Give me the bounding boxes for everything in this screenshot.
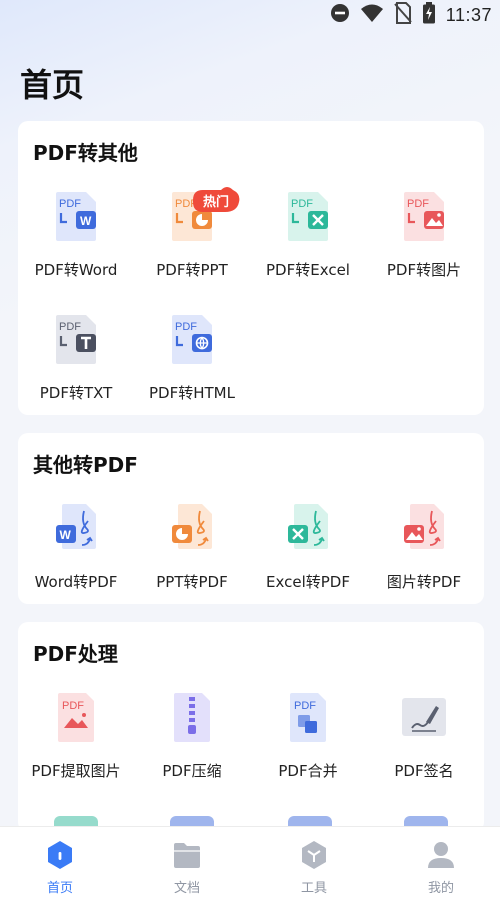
svg-text:PDF: PDF	[62, 700, 84, 712]
profile-icon	[428, 842, 454, 868]
section-title: PDF转其他	[33, 141, 138, 165]
next-row-peek-icon	[54, 816, 98, 826]
tool-word-to-pdf[interactable]: W Word转PDF	[18, 503, 134, 603]
tab-tools[interactable]: 工具	[254, 835, 374, 896]
hot-badge: 热门	[191, 186, 241, 214]
excel-to-pdf-icon	[288, 504, 328, 549]
tool-pdf-to-word[interactable]: PDF W PDF转Word	[18, 191, 134, 291]
tab-documents[interactable]: 文档	[127, 835, 247, 896]
tool-label: PDF转TXT	[39, 384, 113, 402]
svg-text:PDF: PDF	[175, 321, 197, 333]
badge-label: 热门	[202, 195, 229, 210]
tool-label: Excel转PDF	[266, 573, 350, 591]
pdf-to-html-icon: PDF	[172, 315, 212, 364]
tool-pdf-to-html[interactable]: PDF PDF转HTML	[134, 314, 250, 414]
tool-pdf-compress[interactable]: PDF压缩	[134, 692, 250, 792]
tool-label: PDF转HTML	[149, 384, 235, 402]
home-icon	[48, 841, 72, 869]
tab-profile[interactable]: 我的	[381, 835, 500, 896]
tool-excel-to-pdf[interactable]: Excel转PDF	[250, 503, 366, 603]
section-title: PDF处理	[33, 642, 118, 666]
next-row-peek-icon	[404, 816, 448, 826]
tool-label: PDF合并	[278, 762, 338, 780]
tool-label: PDF转Excel	[266, 261, 350, 279]
next-row-peek-icon	[288, 816, 332, 826]
tab-label: 文档	[173, 881, 200, 896]
tool-label: PPT转PDF	[156, 573, 228, 591]
bottom-tab-bar: 首页 文档 工具 我的	[0, 826, 500, 898]
pdf-sign-icon	[402, 698, 446, 736]
pdf-to-excel-icon: PDF	[288, 192, 328, 241]
status-icons: 11:37	[330, 2, 492, 28]
svg-text:PDF: PDF	[294, 700, 316, 712]
tab-label: 我的	[427, 881, 454, 896]
wifi-icon	[360, 3, 384, 27]
tool-label: PDF压缩	[162, 762, 222, 780]
status-time: 11:37	[445, 4, 492, 25]
tool-label: Word转PDF	[34, 573, 118, 591]
ppt-to-pdf-icon	[172, 504, 212, 549]
folder-icon	[174, 843, 200, 868]
tab-home[interactable]: 首页	[0, 835, 120, 896]
tool-pdf-extract-image[interactable]: PDF PDF提取图片	[18, 692, 134, 792]
tool-label: 图片转PDF	[386, 573, 462, 591]
tool-pdf-to-txt[interactable]: PDF PDF转TXT	[18, 314, 134, 414]
status-bar: 11:37	[0, 0, 500, 30]
tab-label: 工具	[300, 881, 327, 896]
toolbox-icon	[302, 841, 326, 869]
tool-label: PDF转图片	[386, 261, 462, 279]
tab-label: 首页	[46, 881, 73, 896]
tool-ppt-to-pdf[interactable]: PPT转PDF	[134, 503, 250, 603]
section-other-to-pdf: 其他转PDF W Word转PDF PPT转PDF Excel转PDF 图片转P…	[18, 433, 484, 604]
tool-pdf-to-image[interactable]: PDF PDF转图片	[366, 191, 482, 291]
pdf-extract-image-icon: PDF	[58, 693, 94, 742]
page-title: 首页	[20, 66, 85, 104]
tool-pdf-to-excel[interactable]: PDF PDF转Excel	[250, 191, 366, 291]
svg-text:PDF: PDF	[291, 198, 313, 210]
section-pdf-to-other: PDF转其他 PDF W PDF转Word PDF PDF转PPT PDF PD…	[18, 121, 484, 415]
tool-label: PDF提取图片	[31, 762, 121, 780]
word-to-pdf-icon: W	[56, 504, 96, 549]
tool-image-to-pdf[interactable]: 图片转PDF	[366, 503, 482, 603]
tool-label: PDF签名	[394, 762, 454, 780]
pdf-merge-icon: PDF	[290, 693, 326, 742]
image-to-pdf-icon	[404, 504, 444, 549]
svg-text:PDF: PDF	[59, 198, 81, 210]
pdf-to-word-icon: PDF W	[56, 192, 96, 241]
battery-charging-icon	[422, 2, 436, 28]
svg-text:W: W	[60, 528, 72, 542]
pdf-compress-icon	[174, 693, 210, 742]
svg-text:PDF: PDF	[407, 198, 429, 210]
next-row-peek-icon	[170, 816, 214, 826]
tool-pdf-sign[interactable]: PDF签名	[366, 692, 482, 792]
tool-pdf-merge[interactable]: PDF PDF合并	[250, 692, 366, 792]
svg-text:PDF: PDF	[59, 321, 81, 333]
no-sim-icon	[394, 2, 412, 28]
tool-label: PDF转PPT	[156, 261, 228, 279]
pdf-to-image-icon: PDF	[404, 192, 444, 241]
section-pdf-processing: PDF处理 PDF PDF提取图片 PDF压缩 PDF PDF合并 PDF签名	[18, 622, 484, 832]
tool-label: PDF转Word	[34, 261, 118, 279]
pdf-to-txt-icon: PDF	[56, 315, 96, 364]
svg-text:W: W	[80, 214, 92, 228]
section-title: 其他转PDF	[33, 453, 138, 477]
do-not-disturb-icon	[330, 3, 350, 27]
